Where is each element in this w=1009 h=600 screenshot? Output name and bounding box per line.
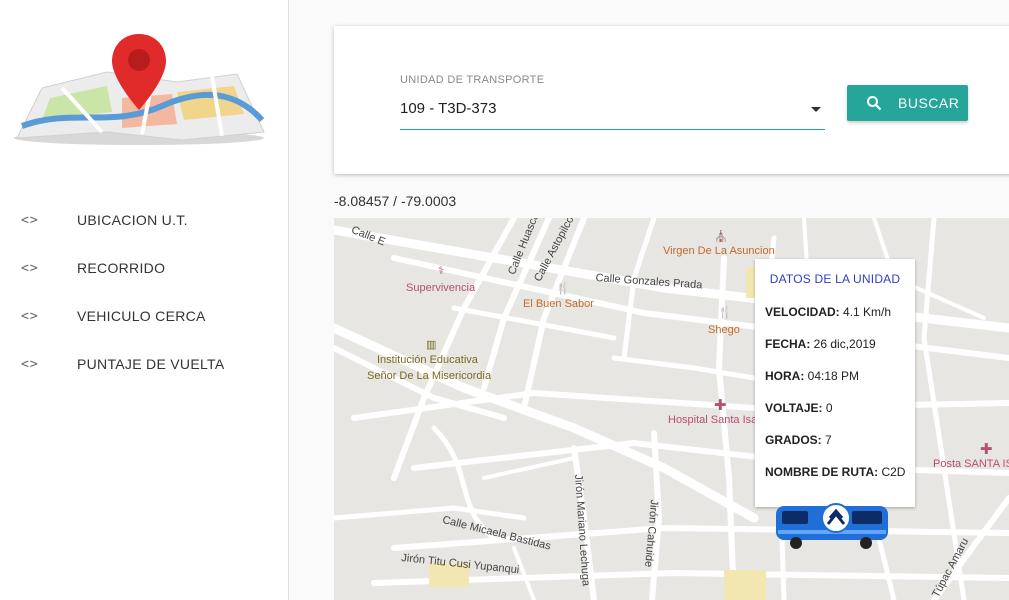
sidebar: <> UBICACION U.T. <> RECORRIDO <> VEHICU…	[0, 0, 289, 600]
stethoscope-icon: ⚕	[438, 265, 444, 277]
sidebar-item-ubicacion[interactable]: <> UBICACION U.T.	[0, 204, 289, 236]
sidebar-item-label: PUNTAJE DE VUELTA	[77, 356, 225, 372]
hospital-icon: ✚	[980, 441, 993, 458]
info-row-velocidad: VELOCIDAD: 4.1 Km/h	[765, 305, 892, 319]
restaurant-icon: 🍴	[718, 307, 732, 319]
code-icon: <>	[21, 212, 39, 228]
code-icon: <>	[21, 260, 39, 276]
place-label: El Buen Sabor	[523, 298, 594, 310]
sidebar-item-vehiculo-cerca[interactable]: <> VEHICULO CERCA	[0, 300, 289, 332]
place-label: Señor De La Misericordia	[367, 370, 492, 382]
search-icon	[867, 96, 882, 111]
sidebar-item-puntaje[interactable]: <> PUNTAJE DE VUELTA	[0, 348, 289, 380]
place-label: Posta SANTA IS	[933, 458, 1009, 470]
hospital-icon: ✚	[714, 397, 727, 414]
place-label: Supervivencia	[406, 282, 476, 294]
coordinates-readout: -8.08457 / -79.0003	[334, 193, 457, 209]
map-pin-logo	[14, 34, 265, 145]
place-label: Shego	[708, 324, 740, 336]
church-icon: ⛪	[714, 231, 728, 243]
code-icon: <>	[21, 308, 39, 324]
info-row-ruta: NOMBRE DE RUTA: C2D	[765, 465, 906, 479]
sidebar-item-recorrido[interactable]: <> RECORRIDO	[0, 252, 289, 284]
info-row-hora: HORA: 04:18 PM	[765, 369, 860, 383]
restaurant-icon: 🍴	[556, 283, 570, 295]
school-icon: ▥	[426, 339, 437, 351]
sidebar-item-label: RECORRIDO	[77, 260, 166, 276]
place-label: Virgen De La Asuncion	[663, 245, 775, 257]
place-label: Institución Educativa	[377, 354, 478, 366]
sidebar-item-label: VEHICULO CERCA	[77, 308, 206, 324]
search-button[interactable]: BUSCAR	[847, 85, 968, 121]
search-button-label: BUSCAR	[898, 95, 960, 111]
info-row-grados: GRADOS: 7	[765, 433, 832, 447]
unit-select[interactable]: 109 - T3D-373	[400, 92, 825, 130]
info-row-voltaje: VOLTAJE: 0	[765, 401, 833, 415]
bus-marker-icon[interactable]	[774, 496, 890, 554]
unit-field-label: UNIDAD DE TRANSPORTE	[400, 74, 545, 86]
map[interactable]: Calle E Calle Huascar Calle Astopilco Ca…	[334, 218, 1009, 600]
search-card: UNIDAD DE TRANSPORTE 109 - T3D-373 BUSCA…	[334, 26, 1009, 174]
code-icon: <>	[21, 356, 39, 372]
dropdown-arrow-icon	[811, 107, 821, 112]
info-row-fecha: FECHA: 26 dic,2019	[765, 337, 876, 351]
sidebar-item-label: UBICACION U.T.	[77, 212, 188, 228]
place-label: Hospital Santa Isa	[668, 414, 758, 426]
unit-select-value: 109 - T3D-373	[400, 100, 497, 117]
unit-info-popup: DATOS DE LA UNIDAD VELOCIDAD: 4.1 Km/h F…	[755, 259, 915, 507]
unit-info-title: DATOS DE LA UNIDAD	[769, 272, 901, 286]
